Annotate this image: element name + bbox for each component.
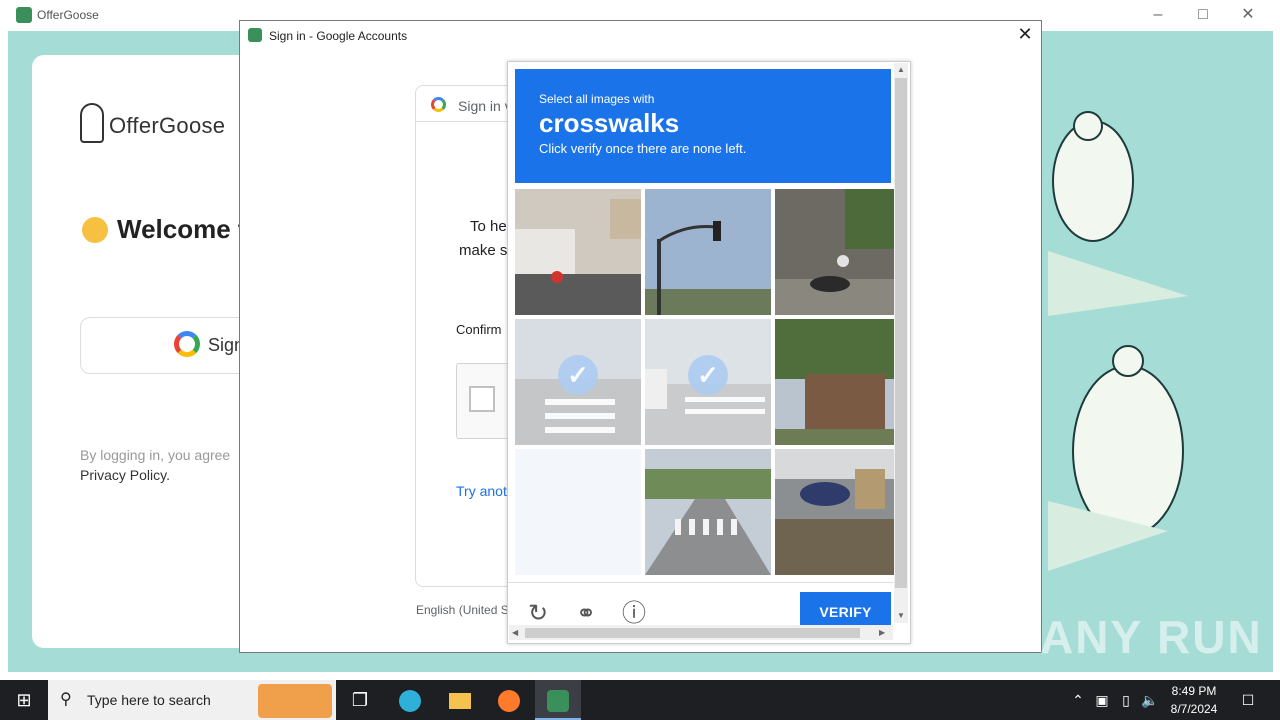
help-text-line-2: make s	[459, 242, 508, 259]
challenge-hint: Click verify once there are none left.	[539, 141, 747, 156]
footer-divider	[508, 582, 894, 583]
vertical-scroll-thumb[interactable]	[895, 78, 907, 588]
notification-icon[interactable]: ☐	[1236, 680, 1260, 720]
language-select[interactable]: English (United S	[416, 603, 509, 617]
search-highlight-icon	[258, 684, 332, 718]
challenge-tile-6[interactable]	[775, 319, 901, 445]
search-placeholder: Type here to search	[87, 692, 211, 708]
welcome-heading: Welcome t	[117, 214, 247, 244]
task-view-icon[interactable]: ❐	[337, 680, 383, 720]
challenge-target: crosswalks	[539, 108, 680, 138]
anyrun-watermark: ANY RUN	[1040, 611, 1263, 663]
reload-icon[interactable]: ↻	[524, 600, 552, 628]
selected-check-icon: ✓	[688, 355, 728, 395]
search-icon: ⚲	[60, 691, 72, 708]
challenge-instruction: Select all images with	[539, 92, 655, 106]
scroll-up-icon[interactable]: ▲	[897, 65, 905, 74]
offergoose-logo-icon	[248, 28, 262, 42]
minimize-icon[interactable]: –	[1148, 5, 1168, 25]
offergoose-taskbar-icon[interactable]	[535, 680, 581, 720]
challenge-tile-9[interactable]	[775, 449, 901, 575]
volume-icon[interactable]: 🔈	[1138, 680, 1162, 720]
google-g-icon	[431, 97, 446, 112]
clock-time[interactable]: 8:49 PM	[1168, 684, 1220, 698]
brand-name: OfferGoose	[109, 113, 226, 138]
clock-date[interactable]: 8/7/2024	[1166, 702, 1222, 716]
challenge-tile-4[interactable]: ✓	[515, 319, 641, 445]
google-g-icon	[174, 331, 200, 357]
network-icon[interactable]: ▯	[1114, 680, 1138, 720]
close-icon[interactable]: ✕	[1238, 5, 1258, 25]
challenge-tile-3[interactable]	[775, 189, 901, 315]
tray-chevron-icon[interactable]: ⌃	[1066, 680, 1090, 720]
info-icon[interactable]: ⓘ	[620, 600, 648, 628]
tray-app-icon[interactable]: ▣	[1090, 680, 1114, 720]
confirm-label: Confirm	[456, 322, 502, 337]
headphones-icon[interactable]: ⚭	[572, 600, 600, 628]
file-explorer-icon[interactable]	[437, 680, 483, 720]
challenge-tile-7[interactable]	[515, 449, 641, 575]
windows-start-icon[interactable]: ⊞	[0, 680, 48, 720]
maximize-icon[interactable]: □	[1193, 5, 1213, 25]
scroll-down-icon[interactable]: ▼	[897, 611, 905, 620]
edge-browser-icon[interactable]	[387, 680, 433, 720]
sign-in-header: Sign in v	[458, 98, 512, 114]
help-text-line-1: To he	[470, 218, 507, 235]
close-icon[interactable]: ✕	[1016, 25, 1034, 43]
horizontal-scroll-thumb[interactable]	[525, 628, 860, 638]
challenge-tile-5[interactable]: ✓	[645, 319, 771, 445]
app-window-title: OfferGoose	[37, 8, 99, 22]
try-another-way-link[interactable]: Try anot	[456, 483, 507, 499]
challenge-tile-2[interactable]	[645, 189, 771, 315]
firefox-icon[interactable]	[486, 680, 532, 720]
challenge-tile-1[interactable]	[515, 189, 641, 315]
selected-check-icon: ✓	[558, 355, 598, 395]
terms-note: By logging in, you agree	[80, 447, 231, 463]
recaptcha-checkbox[interactable]	[469, 386, 495, 412]
privacy-policy-link[interactable]: Privacy Policy.	[80, 467, 170, 483]
goose-logo-icon	[80, 103, 104, 143]
offergoose-logo-icon	[16, 7, 32, 23]
scroll-left-icon[interactable]: ◀	[512, 628, 518, 637]
challenge-tile-8[interactable]	[645, 449, 771, 575]
scroll-right-icon[interactable]: ▶	[879, 628, 885, 637]
waving-hand-icon	[82, 217, 108, 243]
dialog-title: Sign in - Google Accounts	[269, 29, 408, 43]
